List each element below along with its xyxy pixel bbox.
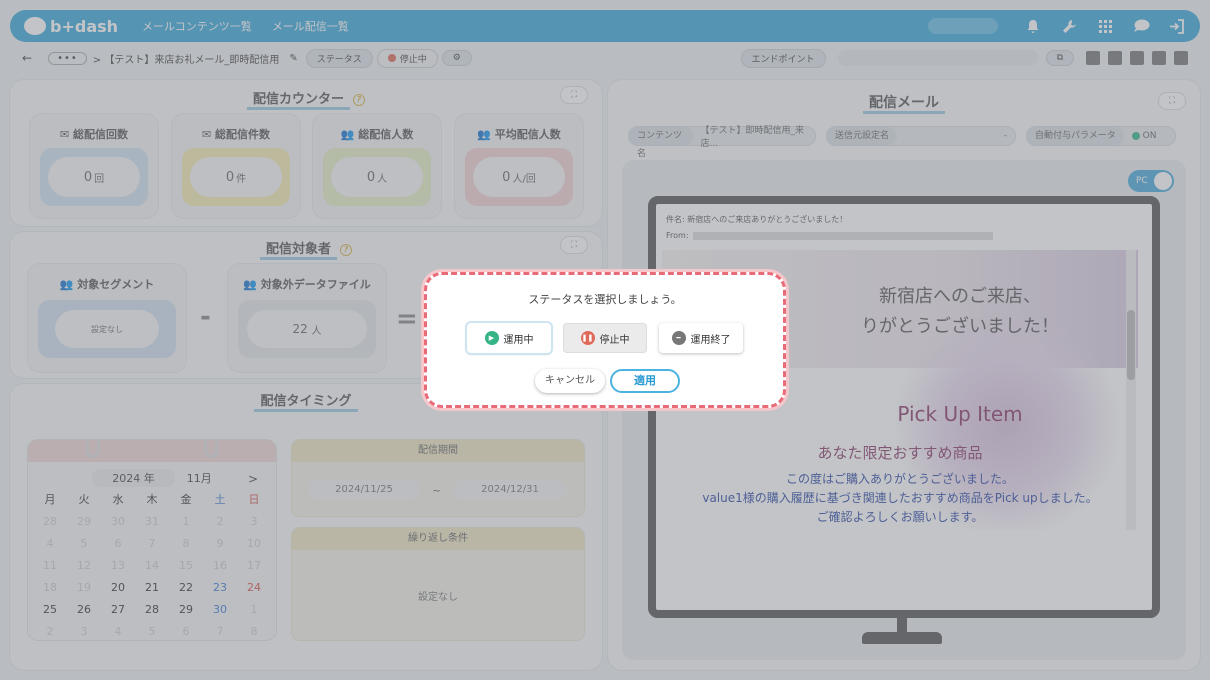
status-ended-label: 運用終了 — [690, 334, 731, 346]
status-stopped-label: 停止中 — [599, 334, 630, 346]
status-stopped-button[interactable]: ❚❚ 停止中 — [563, 323, 647, 353]
pause-icon: ❚❚ — [580, 331, 595, 345]
minus-circle-icon: ━ — [671, 331, 686, 345]
status-running-label: 運用中 — [503, 334, 534, 346]
cancel-button[interactable]: キャンセル — [535, 369, 605, 393]
modal-title: ステータスを選択しましょう。 — [528, 293, 682, 306]
play-icon: ▶ — [484, 331, 499, 345]
apply-button[interactable]: 適用 — [610, 369, 680, 393]
status-ended-button[interactable]: ━ 運用終了 — [659, 323, 743, 353]
status-select-modal: ステータスを選択しましょう。 ▶ 運用中 ❚❚ 停止中 ━ 運用終了 キャンセル… — [424, 272, 786, 408]
status-running-button[interactable]: ▶ 運用中 — [467, 323, 551, 353]
